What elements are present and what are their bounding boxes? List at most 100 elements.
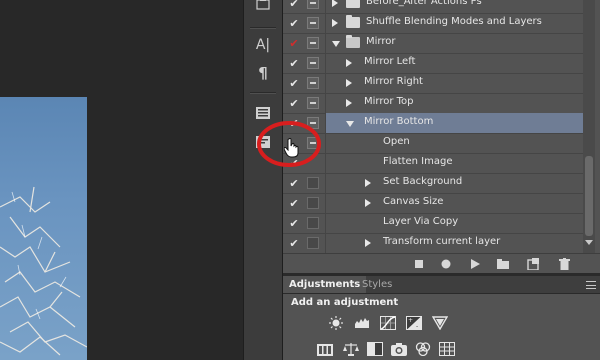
toggle-item-checkmark-icon[interactable]: ✔ xyxy=(283,213,305,233)
toggle-item-checkmark-icon[interactable]: ✔ xyxy=(283,233,305,253)
action-name-cell[interactable]: Mirror Bottom xyxy=(325,113,583,133)
action-name-cell[interactable]: Layer Via Copy xyxy=(325,213,583,233)
toggle-dialog-icon[interactable] xyxy=(307,177,319,189)
toggle-item-checkmark-icon[interactable]: ✔ xyxy=(283,73,305,93)
vibrance-icon[interactable] xyxy=(432,316,448,330)
toolstrip-divider xyxy=(250,92,276,94)
action-label: Mirror Right xyxy=(364,76,423,87)
document-canvas[interactable] xyxy=(0,0,243,360)
action-label: Before_After Actions Ps xyxy=(366,0,482,7)
toggle-item-checkmark-icon[interactable]: ✔ xyxy=(283,93,305,113)
photo-filter-icon[interactable] xyxy=(391,342,407,356)
action-label: Transform current layer xyxy=(383,236,501,247)
action-row[interactable]: ✔ Before_After Actions Ps xyxy=(283,0,583,14)
toggle-dialog-icon[interactable] xyxy=(307,237,319,249)
toggle-item-checkmark-icon[interactable]: ✔ xyxy=(283,33,305,53)
scrollbar-thumb[interactable] xyxy=(585,156,593,236)
actions-scrollbar[interactable] xyxy=(583,0,595,253)
adjustments-heading: Add an adjustment xyxy=(291,297,399,308)
action-name-cell[interactable]: Flatten Image xyxy=(325,153,583,173)
history-panel-icon[interactable] xyxy=(251,0,275,16)
panel-menu-icon[interactable] xyxy=(586,281,596,289)
action-row[interactable]: ✔ Layer Via Copy xyxy=(283,213,583,234)
channel-mixer-icon[interactable] xyxy=(415,342,431,356)
exposure-icon[interactable]: + - xyxy=(406,316,422,330)
toggle-dialog-icon[interactable] xyxy=(307,37,319,49)
toggle-item-checkmark-icon[interactable]: ✔ xyxy=(283,193,305,213)
action-row[interactable]: ✔ Set Background xyxy=(283,173,583,194)
action-name-cell[interactable]: Mirror Left xyxy=(325,53,583,73)
action-name-cell[interactable]: Mirror Right xyxy=(325,73,583,93)
new-action-icon[interactable] xyxy=(527,258,539,270)
toggle-item-checkmark-icon[interactable]: ✔ xyxy=(283,0,305,13)
brightness-contrast-icon[interactable] xyxy=(328,316,344,330)
action-name-cell[interactable]: Set Background xyxy=(325,173,583,193)
action-row[interactable]: Open xyxy=(283,133,583,154)
action-row[interactable]: ✔ Shuffle Blending Modes and Layers xyxy=(283,13,583,34)
toggle-dialog-icon[interactable] xyxy=(307,217,319,229)
action-name-cell[interactable]: Mirror xyxy=(325,33,583,53)
hand-cursor-icon xyxy=(284,138,299,158)
toggle-dialog-icon[interactable] xyxy=(307,77,319,89)
collapsed-triangle-icon[interactable] xyxy=(365,179,371,187)
action-label: Mirror Left xyxy=(364,56,416,67)
record-icon[interactable] xyxy=(440,258,452,270)
adjustments-tab-bar: Adjustments Styles xyxy=(283,276,600,294)
toggle-item-checkmark-icon[interactable]: ✔ xyxy=(283,173,305,193)
action-name-cell[interactable]: Transform current layer xyxy=(325,233,583,253)
action-row[interactable]: ✔ Canvas Size xyxy=(283,193,583,214)
photo-preview xyxy=(0,97,87,360)
collapsed-triangle-icon[interactable] xyxy=(346,59,352,67)
toggle-dialog-icon[interactable] xyxy=(307,197,319,209)
action-label: Flatten Image xyxy=(383,156,453,167)
scroll-down-arrow-icon[interactable] xyxy=(585,240,593,245)
action-name-cell[interactable]: Shuffle Blending Modes and Layers xyxy=(325,13,583,33)
toggle-item-checkmark-icon[interactable]: ✔ xyxy=(283,53,305,73)
action-label: Canvas Size xyxy=(383,196,444,207)
hue-saturation-icon[interactable] xyxy=(317,342,333,356)
action-name-cell[interactable]: Before_After Actions Ps xyxy=(325,0,583,13)
toggle-dialog-icon[interactable] xyxy=(307,0,319,9)
toggle-dialog-icon[interactable] xyxy=(307,97,319,109)
color-lookup-icon[interactable] xyxy=(439,342,455,356)
action-name-cell[interactable]: Canvas Size xyxy=(325,193,583,213)
action-row[interactable]: ✔ Mirror Right xyxy=(283,73,583,94)
character-panel-icon[interactable]: A| xyxy=(251,34,275,56)
toggle-dialog-icon[interactable] xyxy=(307,17,319,29)
curves-icon[interactable] xyxy=(380,316,396,330)
collapsed-triangle-icon[interactable] xyxy=(332,19,338,27)
action-row[interactable]: ✔ Mirror Bottom xyxy=(283,113,583,134)
action-row[interactable]: ✔ Flatten Image xyxy=(283,153,583,174)
action-label: Mirror Bottom xyxy=(364,116,434,127)
collapsed-triangle-icon[interactable] xyxy=(365,199,371,207)
action-row[interactable]: ✔ Mirror Left xyxy=(283,53,583,74)
play-icon[interactable] xyxy=(469,258,481,270)
adjustments-body: Add an adjustment + - xyxy=(283,294,600,360)
collapsed-triangle-icon[interactable] xyxy=(346,99,352,107)
toggle-item-checkmark-icon[interactable]: ✔ xyxy=(283,13,305,33)
actions-panel: ✔ Before_After Actions Ps ✔ Shuffle Blendin… xyxy=(283,0,600,254)
color-balance-icon[interactable] xyxy=(343,342,359,356)
toggle-dialog-icon[interactable] xyxy=(307,57,319,69)
action-name-cell[interactable]: Open xyxy=(325,133,583,153)
action-label: Open xyxy=(383,136,410,147)
action-name-cell[interactable]: Mirror Top xyxy=(325,93,583,113)
expanded-triangle-icon[interactable] xyxy=(332,41,340,47)
paragraph-panel-icon[interactable]: ¶ xyxy=(251,62,275,84)
collapsed-triangle-icon[interactable] xyxy=(332,0,338,7)
levels-icon[interactable] xyxy=(354,316,370,330)
stop-icon[interactable] xyxy=(413,258,425,270)
delete-icon[interactable] xyxy=(558,258,570,270)
tab-adjustments[interactable]: Adjustments xyxy=(283,276,367,293)
action-row[interactable]: ✔ Mirror xyxy=(283,33,583,54)
tab-styles[interactable]: Styles xyxy=(356,276,398,293)
expanded-triangle-icon[interactable] xyxy=(346,121,354,127)
new-set-icon[interactable] xyxy=(497,258,509,270)
action-set-folder-icon xyxy=(346,35,360,48)
action-label: Layer Via Copy xyxy=(383,216,459,227)
action-row[interactable]: ✔ Mirror Top xyxy=(283,93,583,114)
collapsed-triangle-icon[interactable] xyxy=(365,239,371,247)
collapsed-triangle-icon[interactable] xyxy=(346,79,352,87)
action-row[interactable]: ✔ Transform current layer xyxy=(283,233,583,254)
black-white-icon[interactable] xyxy=(367,342,383,356)
